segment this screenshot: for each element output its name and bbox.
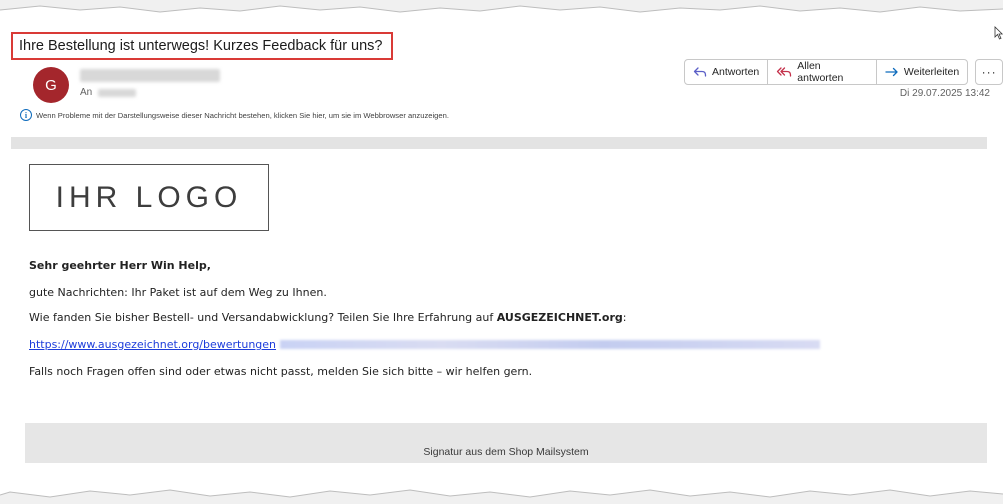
reply-all-button[interactable]: Allen antworten (767, 60, 876, 84)
reply-all-label: Allen antworten (797, 60, 844, 84)
info-text[interactable]: Wenn Probleme mit der Darstellungsweise … (36, 111, 449, 120)
review-link-redacted[interactable] (280, 340, 821, 349)
email-subject-text: Ihre Bestellung ist unterwegs! Kurzes Fe… (19, 38, 383, 54)
reply-icon (693, 66, 707, 78)
reply-button-group: Antworten Allen antworten Weiterleiten (684, 59, 969, 85)
mouse-cursor-icon (994, 26, 1003, 40)
signature-text: Signatur aus dem Shop Mailsystem (423, 446, 589, 458)
body-line-2-prefix: Wie fanden Sie bisher Bestell- und Versa… (29, 311, 497, 324)
body-line-2-suffix: : (622, 311, 627, 324)
body-line-2: Wie fanden Sie bisher Bestell- und Versa… (29, 311, 626, 324)
review-link[interactable]: https://www.ausgezeichnet.org/bewertunge… (29, 338, 276, 351)
torn-bottom-edge (0, 489, 1003, 504)
more-icon: ··· (981, 65, 997, 79)
info-bar[interactable]: i Wenn Probleme mit der Darstellungsweis… (20, 109, 449, 121)
header-gray-bar (11, 137, 987, 149)
torn-top-edge (0, 0, 1003, 13)
signature-bar: Signatur aus dem Shop Mailsystem (25, 423, 987, 463)
forward-icon (885, 66, 899, 78)
greeting: Sehr geehrter Herr Win Help, (29, 259, 211, 272)
logo-placeholder: IHR LOGO (29, 164, 269, 231)
info-icon: i (20, 109, 32, 121)
reply-label: Antworten (712, 66, 760, 78)
body-line-4: Falls noch Fragen offen sind oder etwas … (29, 365, 533, 378)
to-label: An (80, 87, 93, 98)
forward-button[interactable]: Weiterleiten (875, 60, 967, 84)
message-date: Di 29.07.2025 13:42 (899, 88, 990, 99)
reply-button[interactable]: Antworten (685, 60, 767, 84)
brand-name: AUSGEZEICHNET.org (496, 311, 623, 324)
sender-name-redacted[interactable] (80, 69, 220, 82)
body-line-1: gute Nachrichten: Ihr Paket ist auf dem … (29, 286, 327, 299)
sender-initial: G (45, 76, 57, 94)
reply-all-icon (776, 66, 792, 78)
more-actions-button[interactable]: ··· (975, 59, 1003, 85)
forward-label: Weiterleiten (903, 66, 960, 78)
review-link-line: https://www.ausgezeichnet.org/bewertunge… (29, 338, 821, 351)
message-actions: Antworten Allen antworten Weiterleiten ·… (684, 59, 1003, 85)
recipient-redacted[interactable] (98, 88, 137, 97)
email-subject: Ihre Bestellung ist unterwegs! Kurzes Fe… (11, 32, 393, 60)
recipient-line: An (80, 87, 137, 98)
sender-avatar[interactable]: G (33, 67, 69, 103)
logo-text: IHR LOGO (55, 180, 243, 214)
